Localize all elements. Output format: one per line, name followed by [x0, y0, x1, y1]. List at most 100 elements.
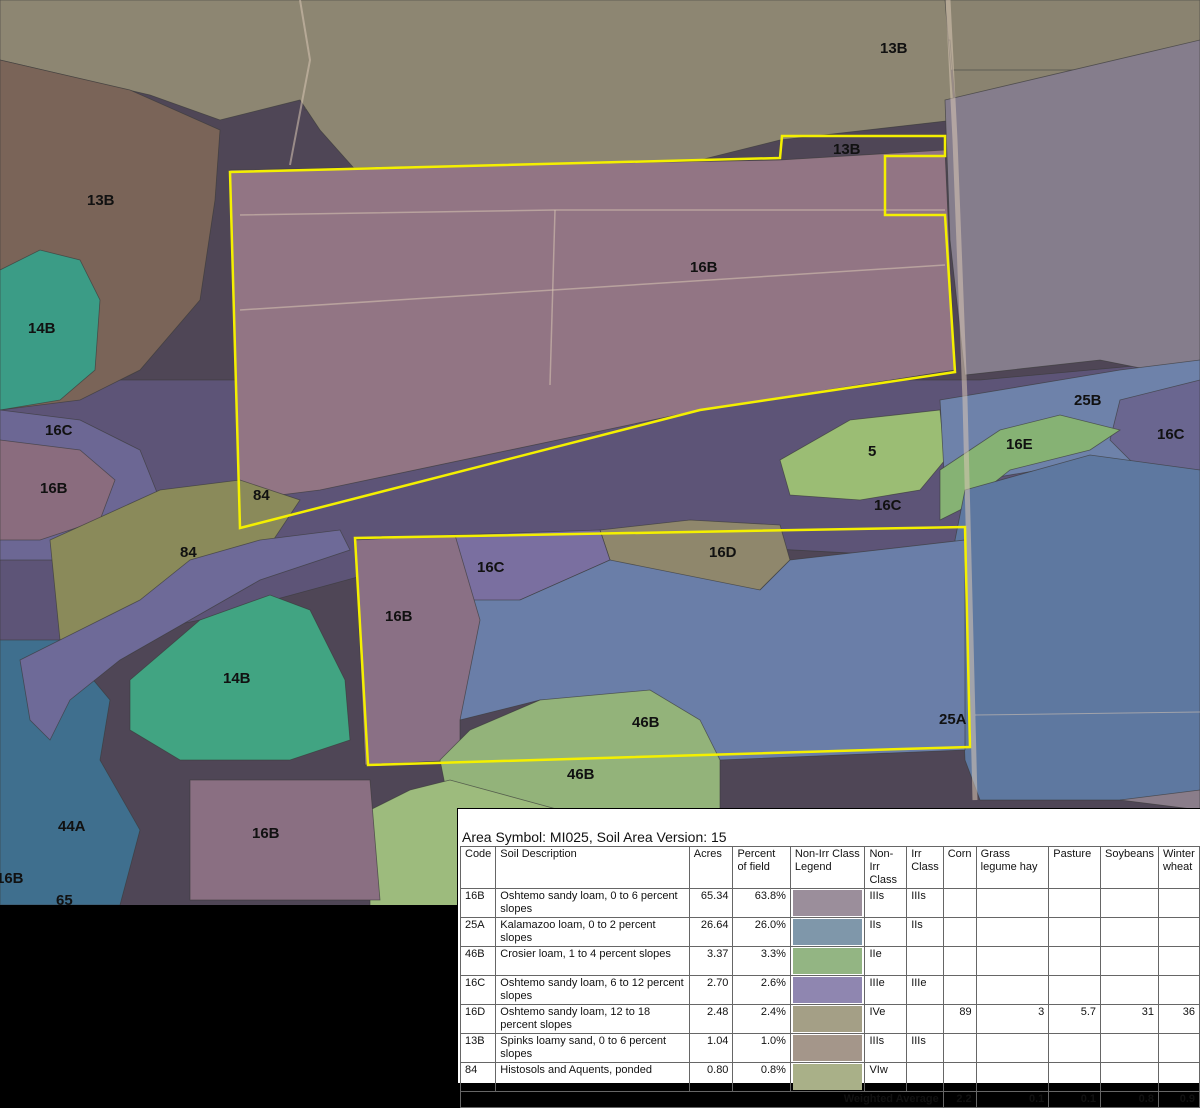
header-nonirr: Non-Irr Class: [864, 846, 908, 889]
soil-label-16D: 16D: [709, 544, 737, 561]
soil-label-5: 5: [868, 443, 876, 460]
cell-soy: [1100, 1033, 1159, 1063]
cell-nonirr: IIIs: [864, 1033, 908, 1063]
legend-swatch-cell: [789, 975, 866, 1005]
cell-desc: Kalamazoo loam, 0 to 2 percent slopes: [495, 917, 690, 947]
legend-swatch: [792, 977, 863, 1003]
cell-pasture: [1048, 917, 1102, 947]
table-row: 16D Oshtemo sandy loam, 12 to 18 percent …: [459, 1004, 1200, 1034]
soil-label-13B: 13B: [87, 192, 115, 209]
cell-wheat: [1157, 946, 1200, 976]
header-soy: Soybeans: [1100, 846, 1159, 889]
header-grass: Grass legume hay: [975, 846, 1050, 889]
table-header-row: Code Soil Description Acres Percent of f…: [459, 846, 1200, 889]
header-acres: Acres: [688, 846, 734, 889]
cell-pasture: [1048, 975, 1102, 1005]
table-row: 84 Histosols and Aquents, ponded 0.80 0.8% V…: [459, 1062, 1200, 1092]
cell-soy: [1100, 975, 1159, 1005]
cell-code: 16C: [459, 975, 497, 1005]
cell-pct: 26.0%: [732, 917, 791, 947]
cell-desc: Histosols and Aquents, ponded: [495, 1062, 690, 1092]
cell-irr: [906, 1062, 944, 1092]
soil-label-25B: 25B: [1074, 392, 1102, 409]
cell-nonirr: IVe: [864, 1004, 908, 1034]
legend-swatch-cell: [789, 1033, 866, 1063]
cell-code: 25A: [459, 917, 497, 947]
cell-desc: Oshtemo sandy loam, 6 to 12 percent slop…: [495, 975, 690, 1005]
soil-label-16B: 16B: [690, 259, 718, 276]
soil-label-25A: 25A: [939, 711, 967, 728]
cell-nonirr: IIIe: [864, 975, 908, 1005]
weighted-soy: 0.8: [1100, 1091, 1159, 1108]
soil-label-46B: 46B: [567, 766, 595, 783]
cell-grass: [975, 888, 1050, 918]
legend-swatch-cell: [789, 1004, 866, 1034]
soil-label-16C: 16C: [1157, 426, 1185, 443]
cell-soy: [1100, 917, 1159, 947]
cell-desc: Oshtemo sandy loam, 0 to 6 percent slope…: [495, 888, 690, 918]
legend-swatch-cell: [789, 1062, 866, 1092]
legend-swatch: [792, 1064, 863, 1090]
table-row: 16B Oshtemo sandy loam, 0 to 6 percent sl…: [459, 888, 1200, 918]
soil-label-84: 84: [253, 487, 270, 504]
cell-wheat: 36: [1157, 1004, 1200, 1034]
cell-corn: [942, 1062, 977, 1092]
soil-label-14B: 14B: [28, 320, 56, 337]
cell-irr: [906, 946, 944, 976]
soil-label-84: 84: [180, 544, 197, 561]
weighted-average-row: Weighted Average 2.2 0.1 0.1 0.8 0.9: [460, 1091, 1200, 1108]
cell-wheat: [1157, 975, 1200, 1005]
cell-wheat: [1157, 1033, 1200, 1063]
soil-label-44A: 44A: [58, 818, 86, 835]
soil-label-16C: 16C: [874, 497, 902, 514]
black-panel: [0, 905, 458, 1083]
cell-pasture: [1048, 1062, 1102, 1092]
legend-swatch: [792, 1006, 863, 1032]
cell-acres: 2.70: [688, 975, 734, 1005]
cell-pct: 3.3%: [732, 946, 791, 976]
cell-corn: [942, 1033, 977, 1063]
cell-nonirr: IIe: [864, 946, 908, 976]
cell-nonirr: IIIs: [864, 888, 908, 918]
cell-corn: [942, 888, 977, 918]
cell-soy: [1100, 946, 1159, 976]
cell-corn: [942, 975, 977, 1005]
cell-pct: 63.8%: [732, 888, 791, 918]
cell-irr: IIIe: [906, 975, 944, 1005]
cell-pasture: 5.7: [1048, 1004, 1102, 1034]
cell-wheat: [1157, 1062, 1200, 1092]
cell-grass: 3: [975, 1004, 1050, 1034]
cell-soy: 31: [1100, 1004, 1159, 1034]
soil-label-16C: 16C: [45, 422, 73, 439]
cell-irr: IIIs: [906, 1033, 944, 1063]
header-code: Code: [459, 846, 497, 889]
cell-grass: [975, 1033, 1050, 1063]
cell-pct: 1.0%: [732, 1033, 791, 1063]
cell-corn: [942, 917, 977, 947]
soil-label-16B: 16B: [0, 870, 24, 887]
legend-swatch: [792, 1035, 863, 1061]
cell-wheat: [1157, 888, 1200, 918]
weighted-average-label: Weighted Average: [460, 1091, 944, 1108]
soil-label-46B: 46B: [632, 714, 660, 731]
cell-code: 16D: [459, 1004, 497, 1034]
soil-label-16B: 16B: [252, 825, 280, 842]
cell-pasture: [1048, 946, 1102, 976]
cell-acres: 2.48: [688, 1004, 734, 1034]
legend-swatch-cell: [789, 946, 866, 976]
soil-label-16E: 16E: [1006, 436, 1033, 453]
table-row: 25A Kalamazoo loam, 0 to 2 percent slopes…: [459, 917, 1200, 947]
header-legend: Non-Irr Class Legend: [789, 846, 866, 889]
cell-grass: [975, 975, 1050, 1005]
weighted-grass: 0.1: [975, 1091, 1050, 1108]
cell-acres: 0.80: [688, 1062, 734, 1092]
cell-code: 46B: [459, 946, 497, 976]
cell-corn: 89: [942, 1004, 977, 1034]
soil-table: Code Soil Description Acres Percent of f…: [459, 846, 1200, 1108]
cell-wheat: [1157, 917, 1200, 947]
legend-swatch-cell: [789, 917, 866, 947]
cell-soy: [1100, 888, 1159, 918]
cell-desc: Spinks loamy sand, 0 to 6 percent slopes: [495, 1033, 690, 1063]
cell-desc: Crosier loam, 1 to 4 percent slopes: [495, 946, 690, 976]
weighted-corn: 2.2: [942, 1091, 977, 1108]
